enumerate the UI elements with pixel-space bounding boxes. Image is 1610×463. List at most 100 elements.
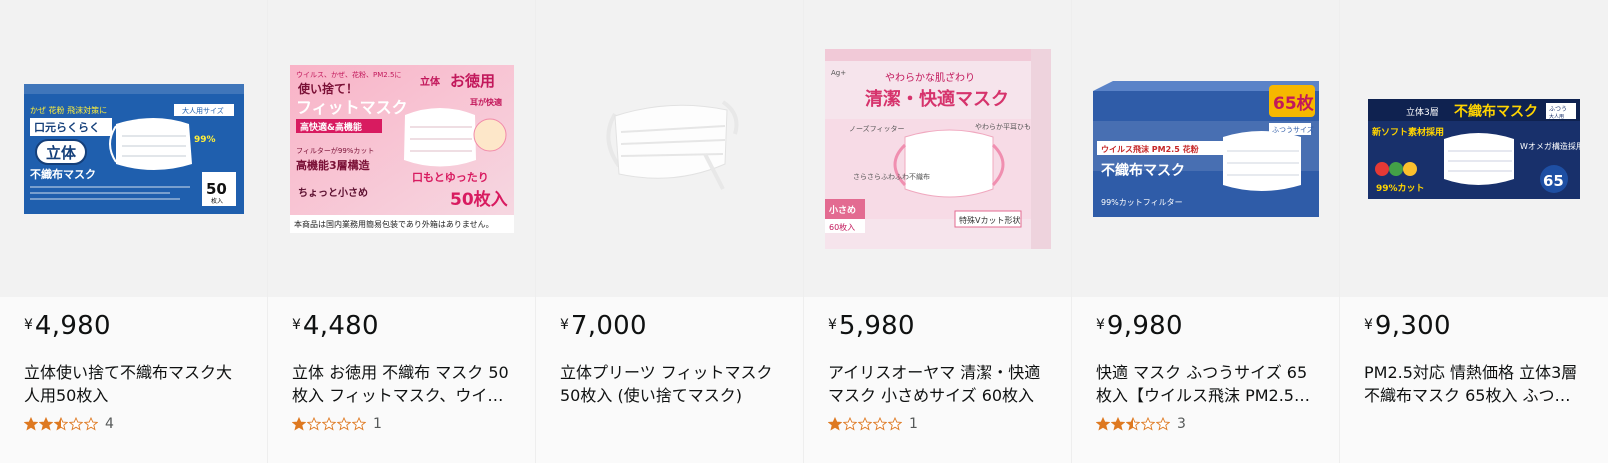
- product-card[interactable]: 立体3層 不織布マスク ふつう 大人用 新ソフト素材採用 99%カット Wオメガ…: [1340, 0, 1608, 463]
- product-image[interactable]: かぜ 花粉 飛沫対策に 大人用サイズ 口元らくらく 立体 不織布マスク 99% …: [0, 0, 267, 297]
- box-text: 特殊Vカット形状: [959, 215, 1020, 225]
- box-text: 60枚入: [829, 222, 855, 232]
- currency-symbol: ¥: [24, 317, 33, 333]
- currency-symbol: ¥: [1364, 317, 1373, 333]
- product-carousel-row: かぜ 花粉 飛沫対策に 大人用サイズ 口元らくらく 立体 不織布マスク 99% …: [0, 0, 1610, 463]
- currency-symbol: ¥: [828, 317, 837, 333]
- review-count[interactable]: 1: [909, 416, 918, 432]
- currency-symbol: ¥: [1096, 317, 1105, 333]
- mask-package-pink-image: ウイルス、かぜ、花粉、PM2.5に 使い捨て！ 立体 お徳用 フィットマスク 高…: [289, 64, 514, 233]
- product-price: ¥ 7,000: [560, 311, 779, 351]
- rating-row[interactable]: 1: [292, 416, 511, 432]
- star-empty-icon: [888, 417, 902, 431]
- mask-box-navy-image: 65枚 ウイルス飛沫 PM2.5 花粉 不織布マスク ふつうサイズ 99%カット…: [1092, 80, 1319, 217]
- currency-symbol: ¥: [292, 317, 301, 333]
- product-image[interactable]: 65枚 ウイルス飛沫 PM2.5 花粉 不織布マスク ふつうサイズ 99%カット…: [1072, 0, 1339, 297]
- star-full-icon: [24, 417, 38, 431]
- product-title[interactable]: PM2.5対応 情熱価格 立体3層不織布マスク 65枚入 ふつうサイズ: [1364, 361, 1584, 407]
- product-title[interactable]: 立体 お徳用 不織布 マスク 50枚入 フィットマスク、ウイルス: [292, 361, 511, 407]
- rating-row[interactable]: 1: [828, 416, 1047, 432]
- product-image[interactable]: 立体3層 不織布マスク ふつう 大人用 新ソフト素材採用 99%カット Wオメガ…: [1340, 0, 1608, 297]
- product-title[interactable]: 立体使い捨て不織布マスク大人用50枚入: [24, 361, 243, 407]
- star-rating: [292, 417, 367, 431]
- box-text: ふつう: [1549, 106, 1567, 113]
- box-text: 小さめ: [828, 204, 856, 216]
- product-card[interactable]: かぜ 花粉 飛沫対策に 大人用サイズ 口元らくらく 立体 不織布マスク 99% …: [0, 0, 268, 463]
- box-text: 65: [1543, 172, 1564, 190]
- product-price: ¥ 9,300: [1364, 311, 1584, 351]
- star-empty-icon: [1141, 417, 1155, 431]
- box-text: 口元らくらく: [34, 121, 100, 134]
- product-image[interactable]: Ag+ やわらかな肌ざわり 清潔・快適マスク ノーズフィッター やわらか平耳ひも…: [804, 0, 1071, 297]
- box-text: やわらかな肌ざわり: [885, 71, 975, 84]
- currency-symbol: ¥: [560, 317, 569, 333]
- price-amount: 9,300: [1374, 311, 1451, 341]
- box-text: 50枚入: [450, 189, 508, 210]
- product-card[interactable]: Ag+ やわらかな肌ざわり 清潔・快適マスク ノーズフィッター やわらか平耳ひも…: [804, 0, 1072, 463]
- star-half-icon: [1126, 417, 1140, 431]
- box-text: フィルターが99%カット: [296, 146, 374, 155]
- box-text: 不織布マスク: [1454, 103, 1538, 120]
- product-title[interactable]: 立体プリーツ フィットマスク 50枚入 (使い捨てマスク): [560, 361, 779, 407]
- box-text: かぜ 花粉 飛沫対策に: [30, 105, 107, 115]
- mask-box-blue-image: かぜ 花粉 飛沫対策に 大人用サイズ 口元らくらく 立体 不織布マスク 99% …: [23, 83, 244, 214]
- rating-row[interactable]: 3: [1096, 416, 1315, 432]
- box-text: 99%カット: [1376, 183, 1425, 194]
- product-title[interactable]: 快適 マスク ふつうサイズ 65枚入【ウイルス飛沫 PM2.5 花粉: [1096, 361, 1315, 407]
- star-rating: [828, 417, 903, 431]
- product-price: ¥ 9,980: [1096, 311, 1315, 351]
- box-text: お徳用: [450, 72, 495, 90]
- star-rating: [24, 417, 99, 431]
- box-text: 大人用: [1549, 113, 1564, 120]
- product-card[interactable]: 65枚 ウイルス飛沫 PM2.5 花粉 不織布マスク ふつうサイズ 99%カット…: [1072, 0, 1340, 463]
- review-count[interactable]: 3: [1177, 416, 1186, 432]
- box-text: さらさらふわふわ不織布: [853, 172, 930, 181]
- price-amount: 9,980: [1106, 311, 1183, 341]
- star-empty-icon: [858, 417, 872, 431]
- box-text: 高機能3層構造: [296, 158, 371, 172]
- box-text: 新ソフト素材採用: [1372, 126, 1444, 138]
- box-text: Wオメガ構造採用: [1520, 141, 1580, 151]
- product-image[interactable]: [536, 0, 803, 297]
- box-text: 立体: [420, 75, 441, 88]
- box-text: やわらか平耳ひも: [975, 123, 1031, 131]
- box-text: 高快適&高機能: [300, 121, 362, 133]
- price-amount: 4,980: [34, 311, 111, 341]
- box-text: Ag+: [831, 69, 846, 77]
- product-card[interactable]: ウイルス、かぜ、花粉、PM2.5に 使い捨て！ 立体 お徳用 フィットマスク 高…: [268, 0, 536, 463]
- price-amount: 7,000: [570, 311, 647, 341]
- box-text: 使い捨て！: [297, 81, 358, 96]
- product-price: ¥ 4,480: [292, 311, 511, 351]
- rating-row[interactable]: 4: [24, 416, 243, 432]
- mask-box-pink-image: Ag+ やわらかな肌ざわり 清潔・快適マスク ノーズフィッター やわらか平耳ひも…: [824, 48, 1051, 249]
- product-image[interactable]: ウイルス、かぜ、花粉、PM2.5に 使い捨て！ 立体 お徳用 フィットマスク 高…: [268, 0, 535, 297]
- box-text: ウイルス飛沫 PM2.5 花粉: [1101, 144, 1199, 154]
- box-text: 99%: [194, 135, 216, 145]
- star-empty-icon: [352, 417, 366, 431]
- product-title[interactable]: アイリスオーヤマ 清潔・快適マスク 小さめサイズ 60枚入: [828, 361, 1047, 407]
- star-full-icon: [1096, 417, 1110, 431]
- review-count[interactable]: 4: [105, 416, 114, 432]
- product-price: ¥ 5,980: [828, 311, 1047, 351]
- mask-box-dark-navy-image: 立体3層 不織布マスク ふつう 大人用 新ソフト素材採用 99%カット Wオメガ…: [1368, 98, 1580, 199]
- star-rating: [1096, 417, 1171, 431]
- box-text: 99%カットフィルター: [1101, 198, 1183, 207]
- box-text: 大人用サイズ: [182, 106, 224, 115]
- box-text: ウイルス、かぜ、花粉、PM2.5に: [296, 70, 401, 79]
- star-full-icon: [1111, 417, 1125, 431]
- box-text: ふつうサイズ: [1272, 125, 1314, 134]
- box-text: ノーズフィッター: [849, 124, 905, 133]
- star-empty-icon: [69, 417, 83, 431]
- star-empty-icon: [843, 417, 857, 431]
- box-text: 65枚: [1273, 93, 1315, 114]
- box-text: 耳が快適: [470, 97, 502, 107]
- box-text: 清潔・快適マスク: [865, 88, 1009, 110]
- box-text: 不織布マスク: [30, 167, 96, 181]
- product-price: ¥ 4,980: [24, 311, 243, 351]
- product-card[interactable]: ¥ 7,000 立体プリーツ フィットマスク 50枚入 (使い捨てマスク): [536, 0, 804, 463]
- star-empty-icon: [84, 417, 98, 431]
- review-count[interactable]: 1: [373, 416, 382, 432]
- box-text: 枚入: [211, 197, 223, 205]
- box-text: 本商品は国内業務用簡易包装であり外箱はありません。: [294, 219, 494, 229]
- star-empty-icon: [307, 417, 321, 431]
